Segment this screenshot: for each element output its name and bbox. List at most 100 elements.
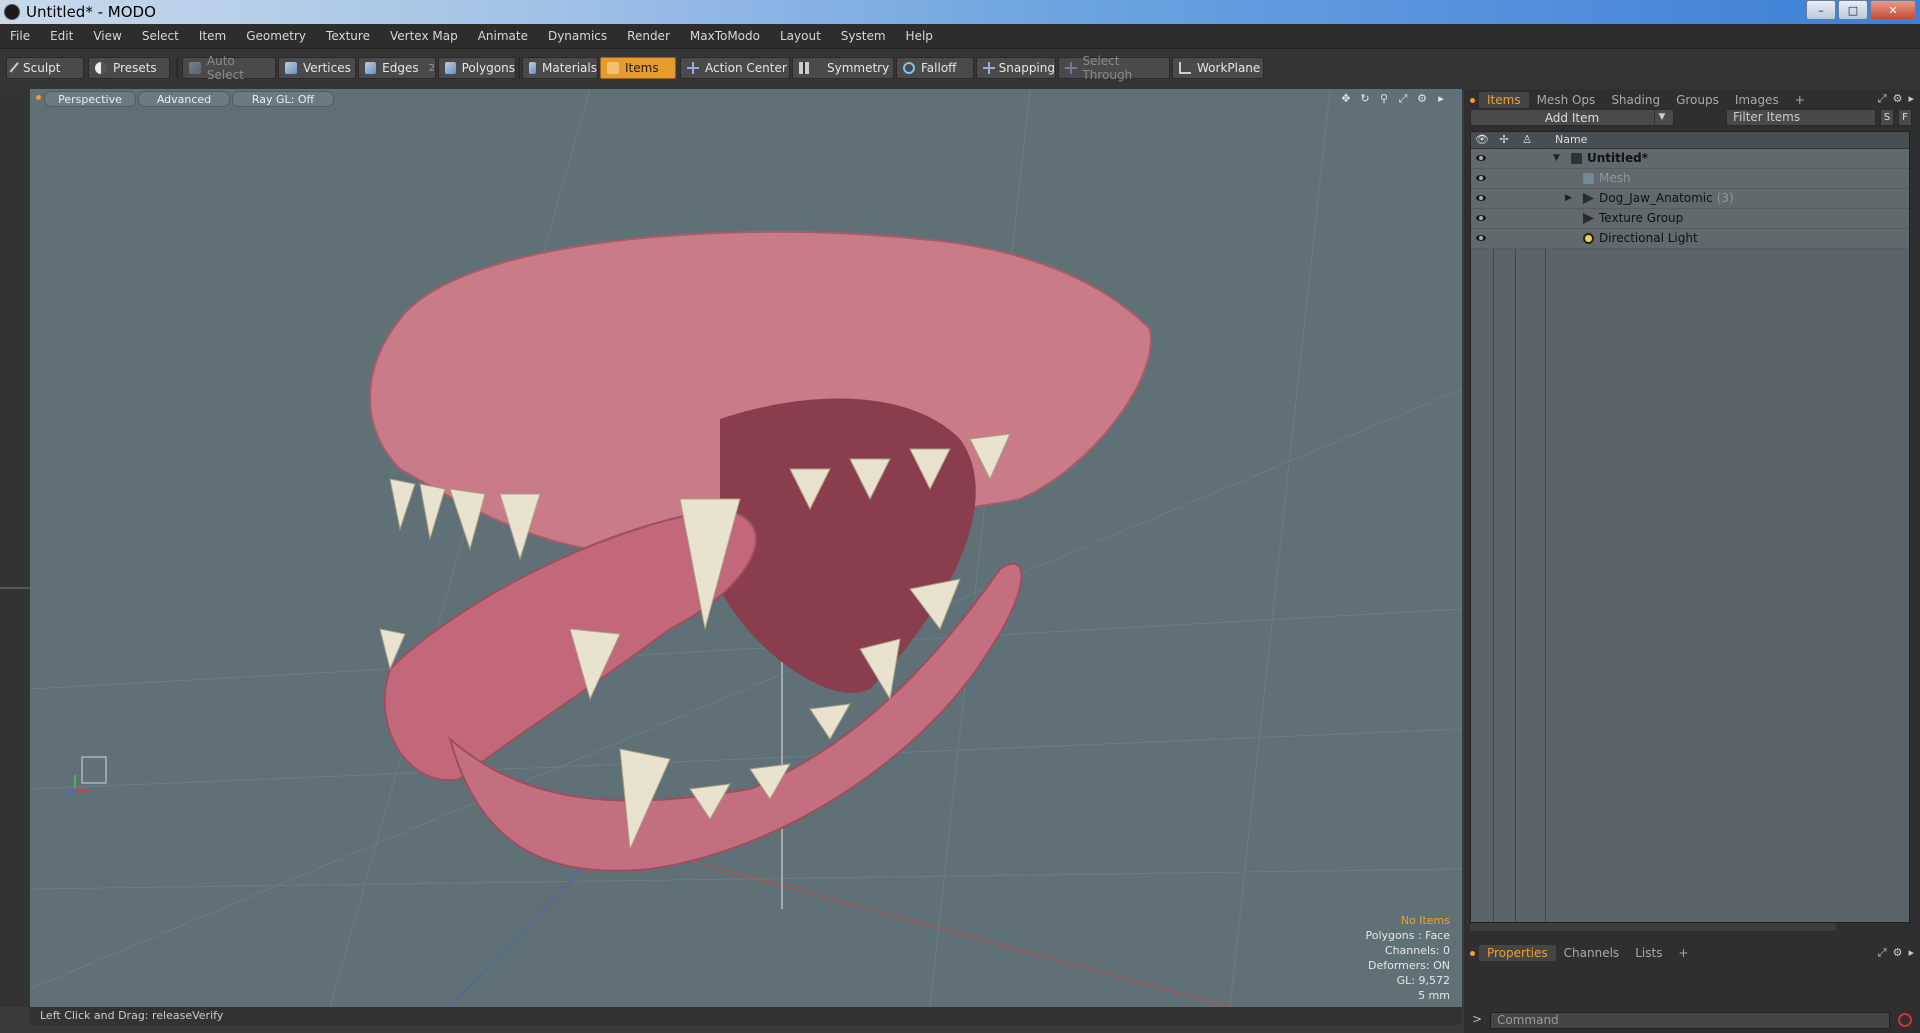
- falloff-button[interactable]: Falloff: [896, 57, 974, 79]
- visibility-eye-icon[interactable]: [1475, 192, 1487, 204]
- toolbar-divider: [518, 57, 520, 79]
- menu-maxtomodo[interactable]: MaxToModo: [680, 24, 770, 48]
- edges-count: 2: [428, 62, 435, 74]
- group-icon: [1583, 193, 1594, 204]
- maximize-button[interactable]: □: [1838, 0, 1868, 20]
- menu-item[interactable]: Item: [189, 24, 236, 48]
- falloff-icon: [903, 62, 915, 74]
- 3d-viewport[interactable]: Perspective Advanced Ray GL: Off ✥ ↻ ⚲ ⤢…: [30, 89, 1462, 1007]
- close-button[interactable]: ✕: [1870, 0, 1916, 20]
- stop-icon[interactable]: [1898, 1013, 1912, 1027]
- render-header-icon[interactable]: ♙: [1517, 132, 1537, 148]
- select-through-button[interactable]: Select Through: [1058, 54, 1170, 82]
- workplane-icon: [1179, 62, 1191, 74]
- rotate-icon[interactable]: ↻: [1358, 92, 1372, 106]
- materials-button[interactable]: Materials: [522, 57, 598, 79]
- tab-mesh-ops[interactable]: Mesh Ops: [1529, 92, 1604, 108]
- pan-icon[interactable]: ✥: [1339, 92, 1353, 106]
- gear-icon[interactable]: ⚙: [1415, 92, 1429, 106]
- arrow-right-icon[interactable]: ▸: [1908, 92, 1914, 106]
- tree-row-dog-jaw[interactable]: ▶ Dog_Jaw_Anatomic (3): [1471, 189, 1909, 209]
- action-center-label: Action Center: [705, 61, 787, 75]
- add-tab-button[interactable]: +: [1787, 92, 1813, 108]
- f-button[interactable]: F: [1898, 109, 1912, 126]
- add-item-button[interactable]: Add Item ▼: [1470, 109, 1674, 126]
- tree-row-directional-light[interactable]: Directional Light: [1471, 229, 1909, 249]
- visibility-header-icon[interactable]: 👁: [1473, 132, 1491, 148]
- menu-geometry[interactable]: Geometry: [236, 24, 316, 48]
- items-mode-button[interactable]: Items: [600, 57, 676, 79]
- arrow-right-icon[interactable]: ▸: [1434, 92, 1448, 106]
- menu-vertex-map[interactable]: Vertex Map: [380, 24, 468, 48]
- tab-groups[interactable]: Groups: [1668, 92, 1727, 108]
- expand-right-icon[interactable]: ▶: [1565, 191, 1572, 206]
- viewport-tools: ✥ ↻ ⚲ ⤢ ⚙ ▸: [1339, 92, 1448, 106]
- maximize-icon[interactable]: ⤢: [1396, 92, 1410, 106]
- visibility-eye-icon[interactable]: [1475, 212, 1487, 224]
- tab-images[interactable]: Images: [1727, 92, 1787, 108]
- visibility-eye-icon[interactable]: [1475, 232, 1487, 244]
- raygl-tab[interactable]: Ray GL: Off: [232, 91, 334, 107]
- visibility-eye-icon[interactable]: [1475, 172, 1487, 184]
- tab-items[interactable]: Items: [1479, 92, 1529, 108]
- command-input[interactable]: Command: [1490, 1012, 1890, 1029]
- vertices-button[interactable]: Vertices: [278, 57, 356, 79]
- chevron-down-icon[interactable]: ▼: [1654, 110, 1669, 125]
- tab-shading[interactable]: Shading: [1603, 92, 1668, 108]
- menu-system[interactable]: System: [831, 24, 896, 48]
- menu-file[interactable]: File: [0, 24, 40, 48]
- menu-help[interactable]: Help: [896, 24, 943, 48]
- tree-row-texture-group[interactable]: Texture Group: [1471, 209, 1909, 229]
- advanced-tab[interactable]: Advanced: [138, 91, 230, 107]
- filter-items-input[interactable]: Filter Items: [1726, 109, 1876, 126]
- s-button[interactable]: S: [1880, 109, 1894, 126]
- tree-row-untitled[interactable]: ▼ Untitled*: [1471, 149, 1909, 169]
- action-center-icon: [687, 62, 699, 74]
- visibility-eye-icon[interactable]: [1475, 152, 1487, 164]
- expand-down-icon[interactable]: ▼: [1553, 151, 1560, 166]
- properties-area: [1464, 963, 1920, 1007]
- lock-header-icon[interactable]: ✢: [1493, 132, 1515, 148]
- add-tab-button[interactable]: +: [1670, 945, 1696, 961]
- scale-info: 5 mm: [1418, 989, 1450, 1002]
- menu-render[interactable]: Render: [617, 24, 680, 48]
- left-gutter: [0, 89, 31, 1007]
- expand-icon[interactable]: ⤢: [1878, 92, 1887, 106]
- horizontal-scrollbar[interactable]: [1470, 923, 1836, 931]
- menu-view[interactable]: View: [83, 24, 131, 48]
- zoom-icon[interactable]: ⚲: [1377, 92, 1391, 106]
- item-tree: 👁 ✢ ♙ Name ▼ Untitled* Mesh ▶ Dog_Jaw_An…: [1470, 131, 1910, 923]
- vertices-icon: [285, 62, 297, 74]
- presets-button[interactable]: Presets: [88, 57, 170, 79]
- tree-row-mesh[interactable]: Mesh: [1471, 169, 1909, 189]
- gear-icon[interactable]: ⚙: [1893, 946, 1903, 960]
- viewport-menu-dot[interactable]: [36, 95, 41, 100]
- menu-animate[interactable]: Animate: [468, 24, 538, 48]
- minimize-button[interactable]: –: [1806, 0, 1836, 20]
- edges-button[interactable]: Edges 2: [358, 57, 436, 79]
- arrow-right-icon[interactable]: ▸: [1908, 946, 1914, 960]
- menu-edit[interactable]: Edit: [40, 24, 83, 48]
- symmetry-button[interactable]: Symmetry: [792, 57, 894, 79]
- properties-panel-icons: ⤢ ⚙ ▸: [1878, 946, 1914, 960]
- sculpt-button[interactable]: Sculpt: [6, 57, 84, 79]
- tab-channels[interactable]: Channels: [1556, 945, 1628, 961]
- menu-layout[interactable]: Layout: [770, 24, 831, 48]
- sculpt-label: Sculpt: [23, 61, 61, 75]
- menu-dynamics[interactable]: Dynamics: [538, 24, 617, 48]
- menu-select[interactable]: Select: [132, 24, 189, 48]
- expand-icon[interactable]: ⤢: [1878, 946, 1887, 960]
- perspective-tab[interactable]: Perspective: [44, 91, 136, 107]
- menu-texture[interactable]: Texture: [316, 24, 380, 48]
- gear-icon[interactable]: ⚙: [1893, 92, 1903, 106]
- tab-properties[interactable]: Properties: [1479, 945, 1556, 961]
- snapping-button[interactable]: Snapping: [976, 57, 1056, 79]
- name-header[interactable]: Name: [1555, 132, 1587, 148]
- polygons-button[interactable]: Polygons: [438, 57, 516, 79]
- gutter-marker: [0, 587, 30, 589]
- workplane-button[interactable]: WorkPlane: [1172, 57, 1264, 79]
- symmetry-icon: [799, 62, 809, 74]
- tab-lists[interactable]: Lists: [1627, 945, 1670, 961]
- action-center-button[interactable]: Action Center: [680, 57, 790, 79]
- auto-select-button[interactable]: Auto Select: [182, 54, 276, 82]
